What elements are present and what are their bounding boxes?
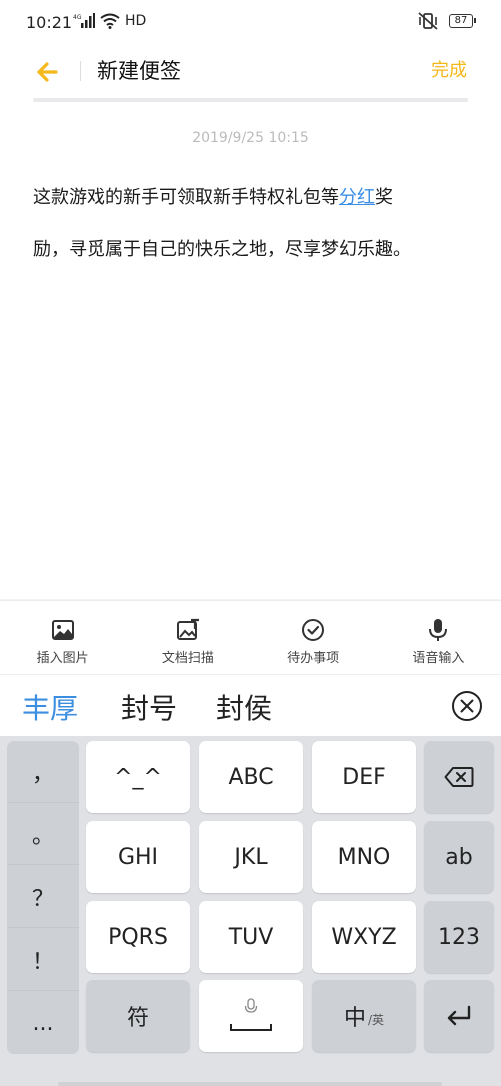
done-button[interactable]: 完成 xyxy=(431,56,467,82)
status-bar: 10:21 4G HD 87 xyxy=(0,0,501,46)
punct-exclamation[interactable]: ！ xyxy=(7,929,79,991)
candidate-2[interactable]: 封号 xyxy=(121,687,177,727)
backspace-icon xyxy=(444,767,474,787)
space-key[interactable] xyxy=(199,980,303,1052)
header-divider xyxy=(80,61,81,81)
voice-input-label: 语音输入 xyxy=(412,651,465,666)
insert-image-label: 插入图片 xyxy=(36,651,89,666)
note-body[interactable]: 这款游戏的新手可领取新手特权礼包等分红奖励，寻觅属于自己的快乐之地，尽享梦幻乐趣… xyxy=(33,172,473,276)
key-wxyz[interactable]: WXYZ xyxy=(312,901,416,973)
key-zh-en-toggle[interactable]: 中/英 xyxy=(312,980,416,1052)
scan-icon xyxy=(176,618,199,640)
home-indicator xyxy=(58,1082,442,1086)
image-icon xyxy=(51,620,74,640)
scan-document-label: 文档扫描 xyxy=(161,651,214,666)
key-abc[interactable]: ABC xyxy=(199,741,303,813)
note-link[interactable]: 分红 xyxy=(339,187,375,208)
signal-icon: 4G xyxy=(73,13,95,28)
note-text-line2: 励，寻觅属于自己的快乐之地，尽享梦幻乐趣。 xyxy=(33,239,411,260)
punct-period[interactable]: 。 xyxy=(7,803,79,865)
key-symbol[interactable]: 符 xyxy=(86,980,190,1052)
note-text-part2: 奖 xyxy=(375,187,393,208)
note-editor[interactable]: 2019/9/25 10:15 这款游戏的新手可领取新手特权礼包等分红奖励，寻觅… xyxy=(0,102,501,599)
ime-candidate-bar: 丰厚 封号 封侯 xyxy=(0,674,501,736)
key-pqrs[interactable]: PQRS xyxy=(86,901,190,973)
key-123[interactable]: 123 xyxy=(424,901,494,973)
punct-more[interactable]: ... xyxy=(7,992,79,1054)
note-toolbar: 插入图片 文档扫描 待办事项 语音输入 xyxy=(0,600,501,674)
en-label: /英 xyxy=(367,1012,385,1027)
enter-key[interactable] xyxy=(424,980,494,1052)
vibrate-mute-icon xyxy=(418,12,438,30)
todo-button[interactable]: 待办事项 xyxy=(251,601,376,674)
candidate-3[interactable]: 封侯 xyxy=(216,687,272,727)
punctuation-column[interactable]: ， 。 ？ ！ ... xyxy=(7,741,79,1054)
page-title: 新建便签 xyxy=(97,59,181,83)
voice-input-button[interactable]: 语音输入 xyxy=(376,601,501,674)
space-mic-icon xyxy=(230,998,272,1031)
network-type: 4G xyxy=(73,14,82,21)
wifi-icon xyxy=(100,13,120,29)
zh-label: 中 xyxy=(343,1006,366,1031)
microphone-icon xyxy=(429,619,448,641)
punct-comma[interactable]: ， xyxy=(7,741,79,803)
key-ab[interactable]: ab xyxy=(424,821,494,893)
note-date: 2019/9/25 10:15 xyxy=(192,130,309,146)
ime-keyboard: ， 。 ？ ！ ... ^_^ ABC DEF GHI JKL MNO ab P… xyxy=(0,736,501,1086)
todo-label: 待办事项 xyxy=(287,651,340,666)
scan-document-button[interactable]: 文档扫描 xyxy=(125,601,250,674)
candidate-1[interactable]: 丰厚 xyxy=(22,687,78,727)
hd-label: HD xyxy=(125,13,147,29)
key-def[interactable]: DEF xyxy=(312,741,416,813)
back-arrow-icon xyxy=(37,62,58,82)
key-ghi[interactable]: GHI xyxy=(86,821,190,893)
app-header: 新建便签 完成 xyxy=(0,46,501,102)
close-circle-icon xyxy=(452,691,482,721)
key-tuv[interactable]: TUV xyxy=(199,901,303,973)
close-candidates-button[interactable] xyxy=(451,690,483,722)
key-jkl[interactable]: JKL xyxy=(199,821,303,893)
status-time: 10:21 xyxy=(26,13,73,32)
insert-image-button[interactable]: 插入图片 xyxy=(0,601,125,674)
check-circle-icon xyxy=(302,619,325,641)
key-mno[interactable]: MNO xyxy=(312,821,416,893)
back-button[interactable] xyxy=(30,54,66,90)
key-emoticon[interactable]: ^_^ xyxy=(86,741,190,813)
note-text-part1: 这款游戏的新手可领取新手特权礼包等 xyxy=(33,187,339,208)
battery-icon: 87 xyxy=(449,14,476,28)
backspace-key[interactable] xyxy=(424,741,494,813)
enter-icon xyxy=(447,1005,471,1026)
punct-question[interactable]: ？ xyxy=(7,866,79,928)
